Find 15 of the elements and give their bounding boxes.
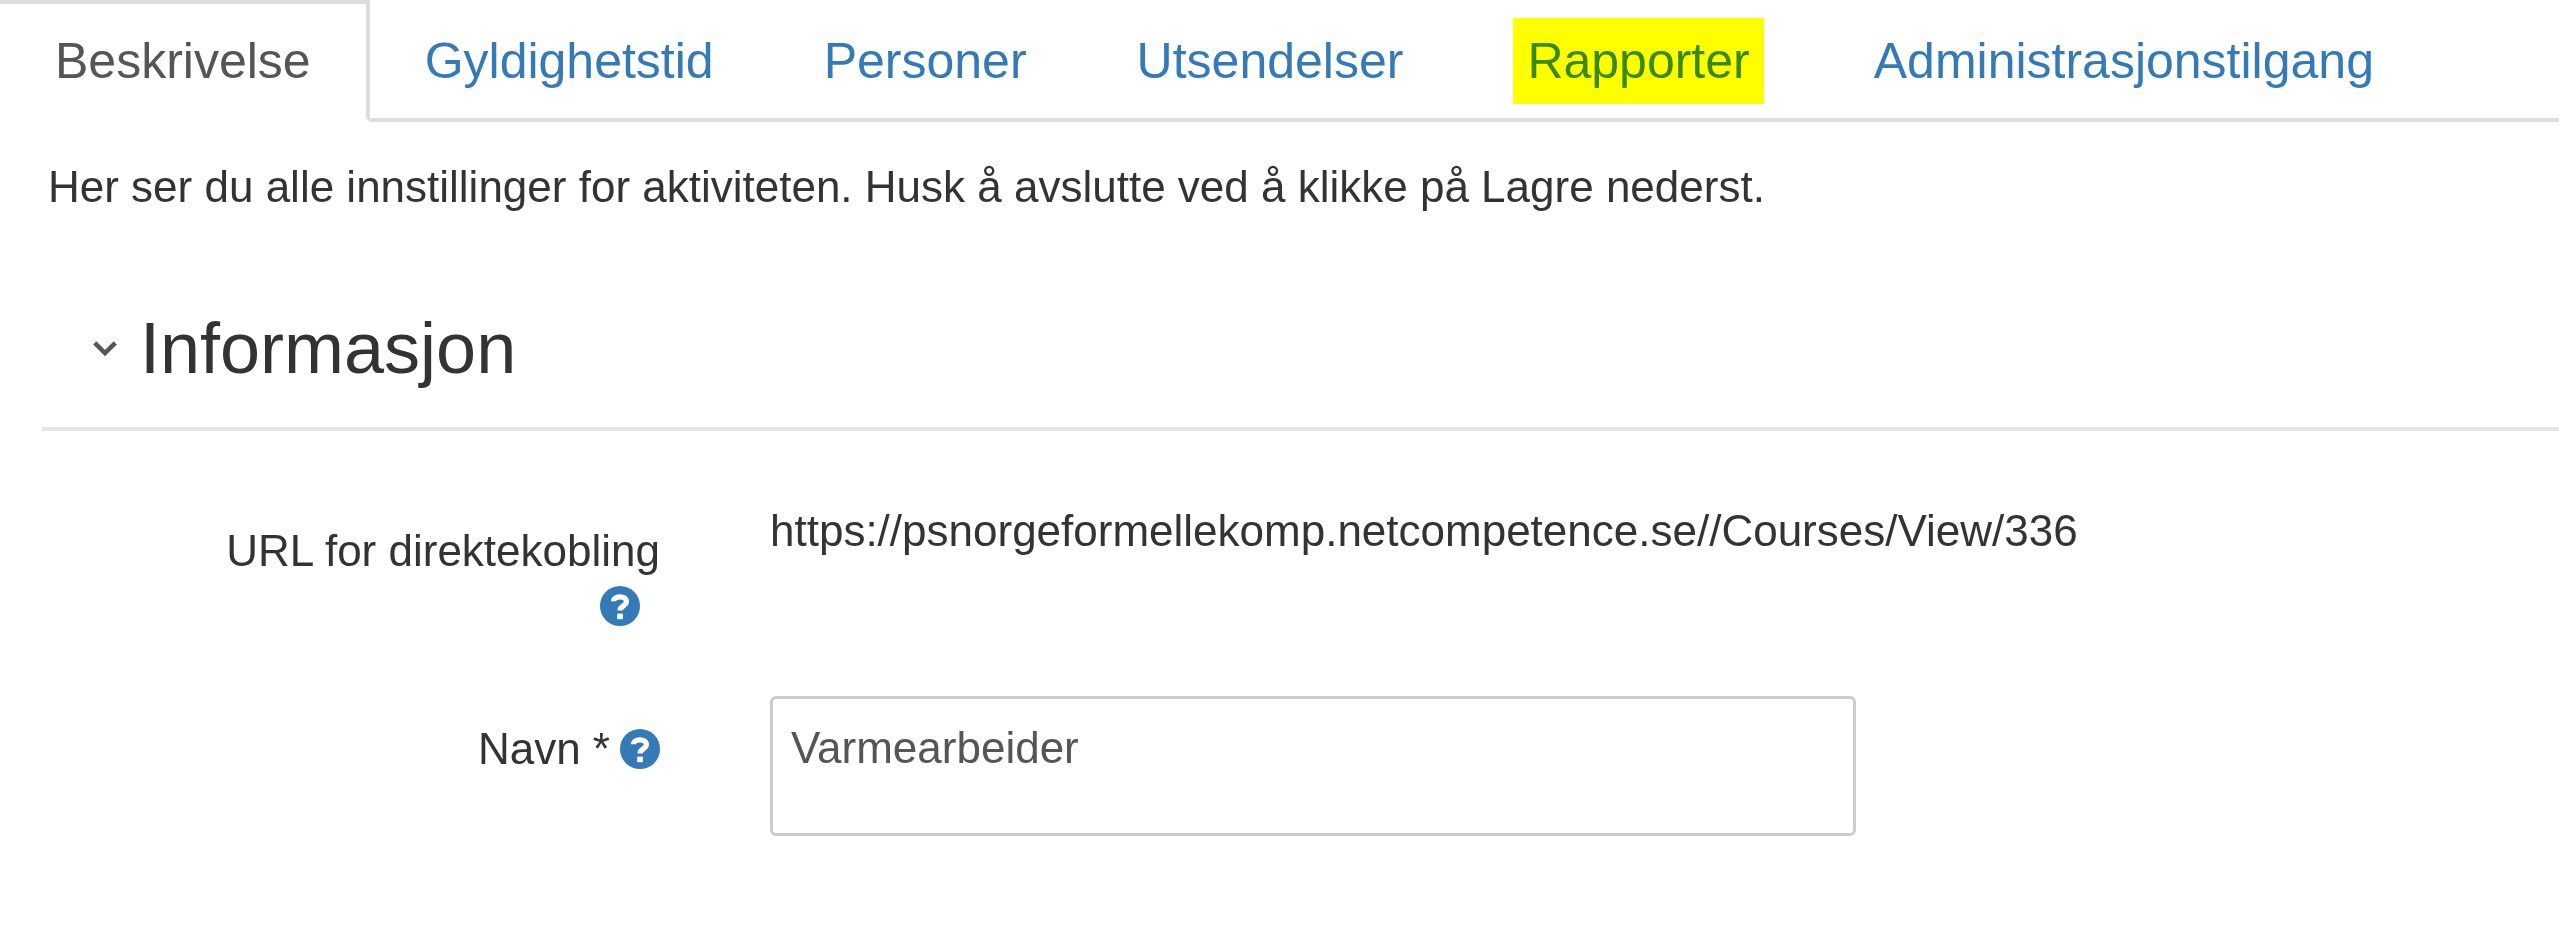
field-label: Navn * [477, 724, 610, 774]
tab[interactable]: Administrasjonstilgang [1818, 0, 2429, 122]
tab[interactable]: Beskrivelse [0, 0, 370, 122]
section-title: Informasjon [140, 307, 517, 389]
help-icon[interactable] [620, 729, 660, 769]
name-input[interactable]: Varmearbeider [770, 696, 1856, 836]
url-text: https://psnorgeformellekomp.netcompetence.se//Courses/View/336 [770, 506, 2078, 556]
help-icon[interactable] [600, 586, 640, 626]
tab[interactable]: Rapporter [1458, 0, 1819, 122]
tab[interactable]: Personer [768, 0, 1082, 122]
tab[interactable]: Utsendelser [1081, 0, 1459, 122]
field-label: URL for direktekobling [226, 526, 660, 576]
tab[interactable]: Gyldighetstid [369, 0, 769, 122]
chevron-icon[interactable] [92, 339, 118, 357]
intro-text: Her ser du alle innstillinger for aktiviteten. Husk å avslutte ved å klikke på Lagre nederst. [48, 162, 1766, 212]
